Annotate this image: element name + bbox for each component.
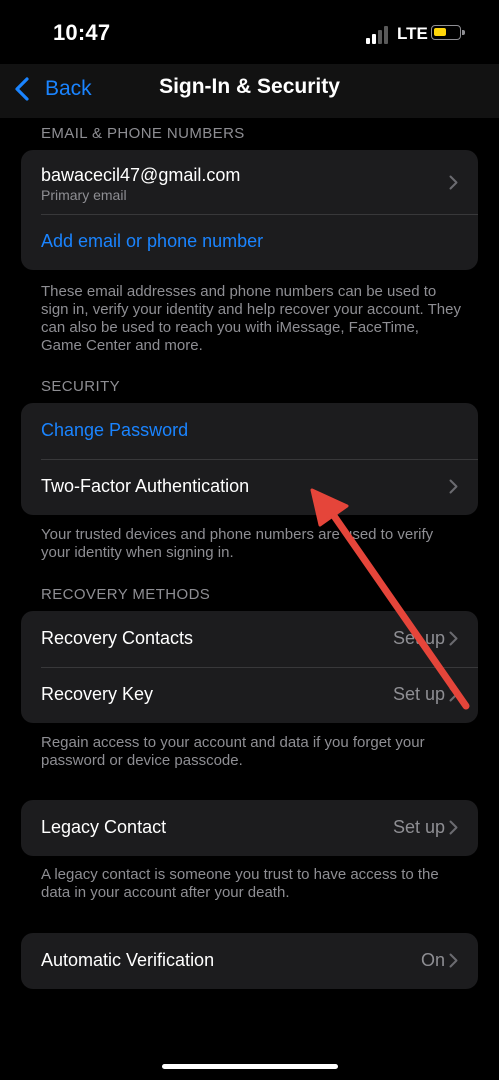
cellular-signal-icon [366,26,388,44]
battery-level [434,28,446,36]
recovery-group: Recovery Contacts Set up Recovery Key Se… [21,611,478,723]
two-factor-authentication-label: Two-Factor Authentication [41,476,250,496]
email-group: bawacecil47@gmail.com Primary email Add … [21,150,478,270]
recovery-key-status: Set up [392,684,445,704]
recovery-key-row[interactable]: Recovery Key Set up [21,667,478,723]
change-password-link[interactable]: Change Password [41,420,188,441]
navigation-bar: Back Sign-In & Security [0,64,499,118]
add-email-row[interactable]: Add email or phone number [21,214,478,270]
legacy-contact-label: Legacy Contact [41,817,167,837]
home-indicator[interactable] [162,1064,338,1069]
chevron-right-icon [449,631,458,646]
recovery-contacts-status: Set up [392,628,445,648]
recovery-contacts-row[interactable]: Recovery Contacts Set up [21,611,478,667]
chevron-right-icon [449,953,458,968]
recovery-key-label: Recovery Key [41,684,154,704]
recovery-contacts-label: Recovery Contacts [41,628,194,648]
section-header-security: SECURITY [41,378,121,395]
page-title: Sign-In & Security [159,75,340,98]
chevron-right-icon [449,175,458,190]
recovery-footer-note: Regain access to your account and data i… [41,734,425,769]
chevron-right-icon [449,479,458,494]
two-factor-authentication-row[interactable]: Two-Factor Authentication [21,459,478,515]
legacy-footer-note: A legacy contact is someone you trust to… [41,866,439,901]
change-password-row[interactable]: Change Password [21,403,478,459]
automatic-verification-label: Automatic Verification [41,950,215,970]
automatic-verification-row[interactable]: Automatic Verification On [21,933,478,989]
legacy-contact-status: Set up [392,817,445,837]
legacy-group: Legacy Contact Set up [21,800,478,856]
security-footer-note: Your trusted devices and phone numbers a… [41,526,434,561]
add-email-or-phone-link[interactable]: Add email or phone number [41,231,263,252]
legacy-contact-row[interactable]: Legacy Contact Set up [21,800,478,856]
primary-email-row[interactable]: bawacecil47@gmail.com Primary email [21,150,478,214]
network-type: LTE [397,24,428,43]
primary-email-caption: Primary email [41,187,127,203]
chevron-right-icon [449,687,458,702]
chevron-right-icon [449,820,458,835]
primary-email-address: bawacecil47@gmail.com [41,165,241,185]
section-header-recovery: RECOVERY METHODS [41,586,211,603]
battery-icon [431,25,465,40]
section-header-email: EMAIL & PHONE NUMBERS [41,125,245,142]
email-footer-note: These email addresses and phone numbers … [41,283,461,354]
automatic-verification-status: On [420,950,445,970]
verification-group: Automatic Verification On [21,933,478,989]
status-time: 10:47 [53,20,111,45]
status-bar: 10:47 LTE [0,0,499,64]
security-group: Change Password Two-Factor Authenticatio… [21,403,478,515]
